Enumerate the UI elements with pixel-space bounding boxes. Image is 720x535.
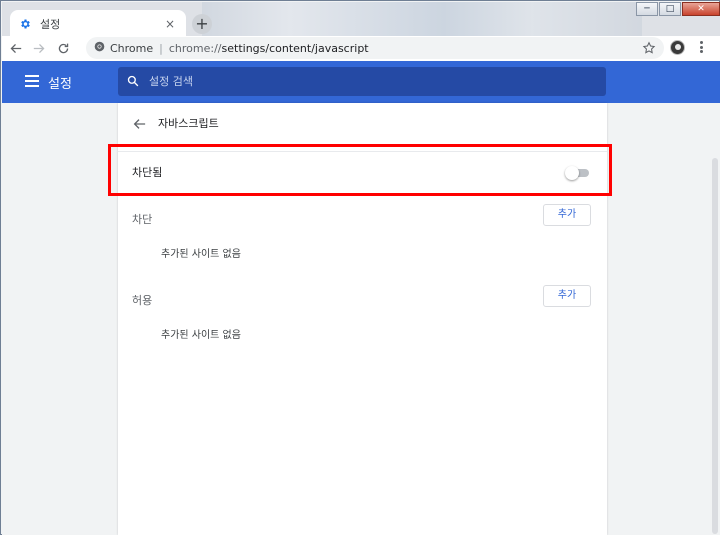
search-input[interactable] xyxy=(149,75,589,88)
scrollbar-thumb[interactable] xyxy=(712,158,718,534)
allow-section-label: 허용 xyxy=(132,294,153,307)
block-empty-text: 추가된 사이트 없음 xyxy=(161,249,241,260)
browser-toolbar: Chrome | chrome://settings/content/javas… xyxy=(2,36,720,61)
profile-avatar[interactable] xyxy=(670,40,685,55)
allow-empty-text: 추가된 사이트 없음 xyxy=(161,330,241,341)
back-icon[interactable] xyxy=(4,38,26,60)
maximize-button[interactable]: □ xyxy=(659,2,681,16)
reload-icon[interactable] xyxy=(52,38,74,60)
javascript-toggle[interactable] xyxy=(565,165,589,180)
subpage-header: 자바스크립트 xyxy=(118,103,607,143)
close-window-button[interactable]: ✕ xyxy=(682,2,720,16)
toggle-knob xyxy=(565,165,579,180)
block-add-button[interactable]: 추가 xyxy=(543,204,591,226)
more-menu-icon[interactable] xyxy=(696,40,706,54)
url-host: chrome:// xyxy=(168,41,222,55)
toggle-label: 차단됨 xyxy=(132,165,163,179)
page-title: 설정 xyxy=(48,77,72,92)
desktop-background xyxy=(202,2,642,36)
minimize-button[interactable]: ─ xyxy=(636,2,658,16)
javascript-toggle-row[interactable]: 차단됨 xyxy=(118,151,607,191)
hamburger-menu-icon[interactable] xyxy=(25,75,39,87)
subpage-title: 자바스크립트 xyxy=(158,117,219,130)
tab-close-icon[interactable]: × xyxy=(162,17,178,31)
settings-search-box[interactable] xyxy=(118,67,606,96)
omnibox-separator: | xyxy=(159,41,163,55)
settings-card: 자바스크립트 차단됨 차단 추가 추가된 사이트 없음 허용 추가 추가된 사이… xyxy=(118,103,607,535)
tab-settings[interactable]: 설정 × xyxy=(10,10,186,37)
forward-icon[interactable] xyxy=(28,38,50,60)
search-icon xyxy=(127,72,139,91)
back-arrow-icon[interactable] xyxy=(132,116,146,130)
allow-add-button[interactable]: 추가 xyxy=(543,285,591,307)
browser-window: 설정 × + ─ □ ✕ Chrome | chrome://settings/… xyxy=(0,0,720,535)
gear-icon xyxy=(18,17,32,31)
block-section-label: 차단 xyxy=(132,213,153,226)
settings-page: 자바스크립트 차단됨 차단 추가 추가된 사이트 없음 허용 추가 추가된 사이… xyxy=(2,103,720,535)
new-tab-button[interactable]: + xyxy=(192,14,212,34)
window-controls: ─ □ ✕ xyxy=(635,2,720,16)
bookmark-star-icon[interactable] xyxy=(642,40,656,54)
settings-header: 설정 xyxy=(2,61,720,103)
tab-strip: 설정 × + xyxy=(2,2,720,37)
tab-label: 설정 xyxy=(40,17,61,31)
chrome-site-icon xyxy=(94,41,105,55)
url-path: settings/content/javascript xyxy=(221,41,369,55)
address-bar[interactable]: Chrome | chrome://settings/content/javas… xyxy=(86,37,664,59)
site-name: Chrome xyxy=(110,41,154,55)
